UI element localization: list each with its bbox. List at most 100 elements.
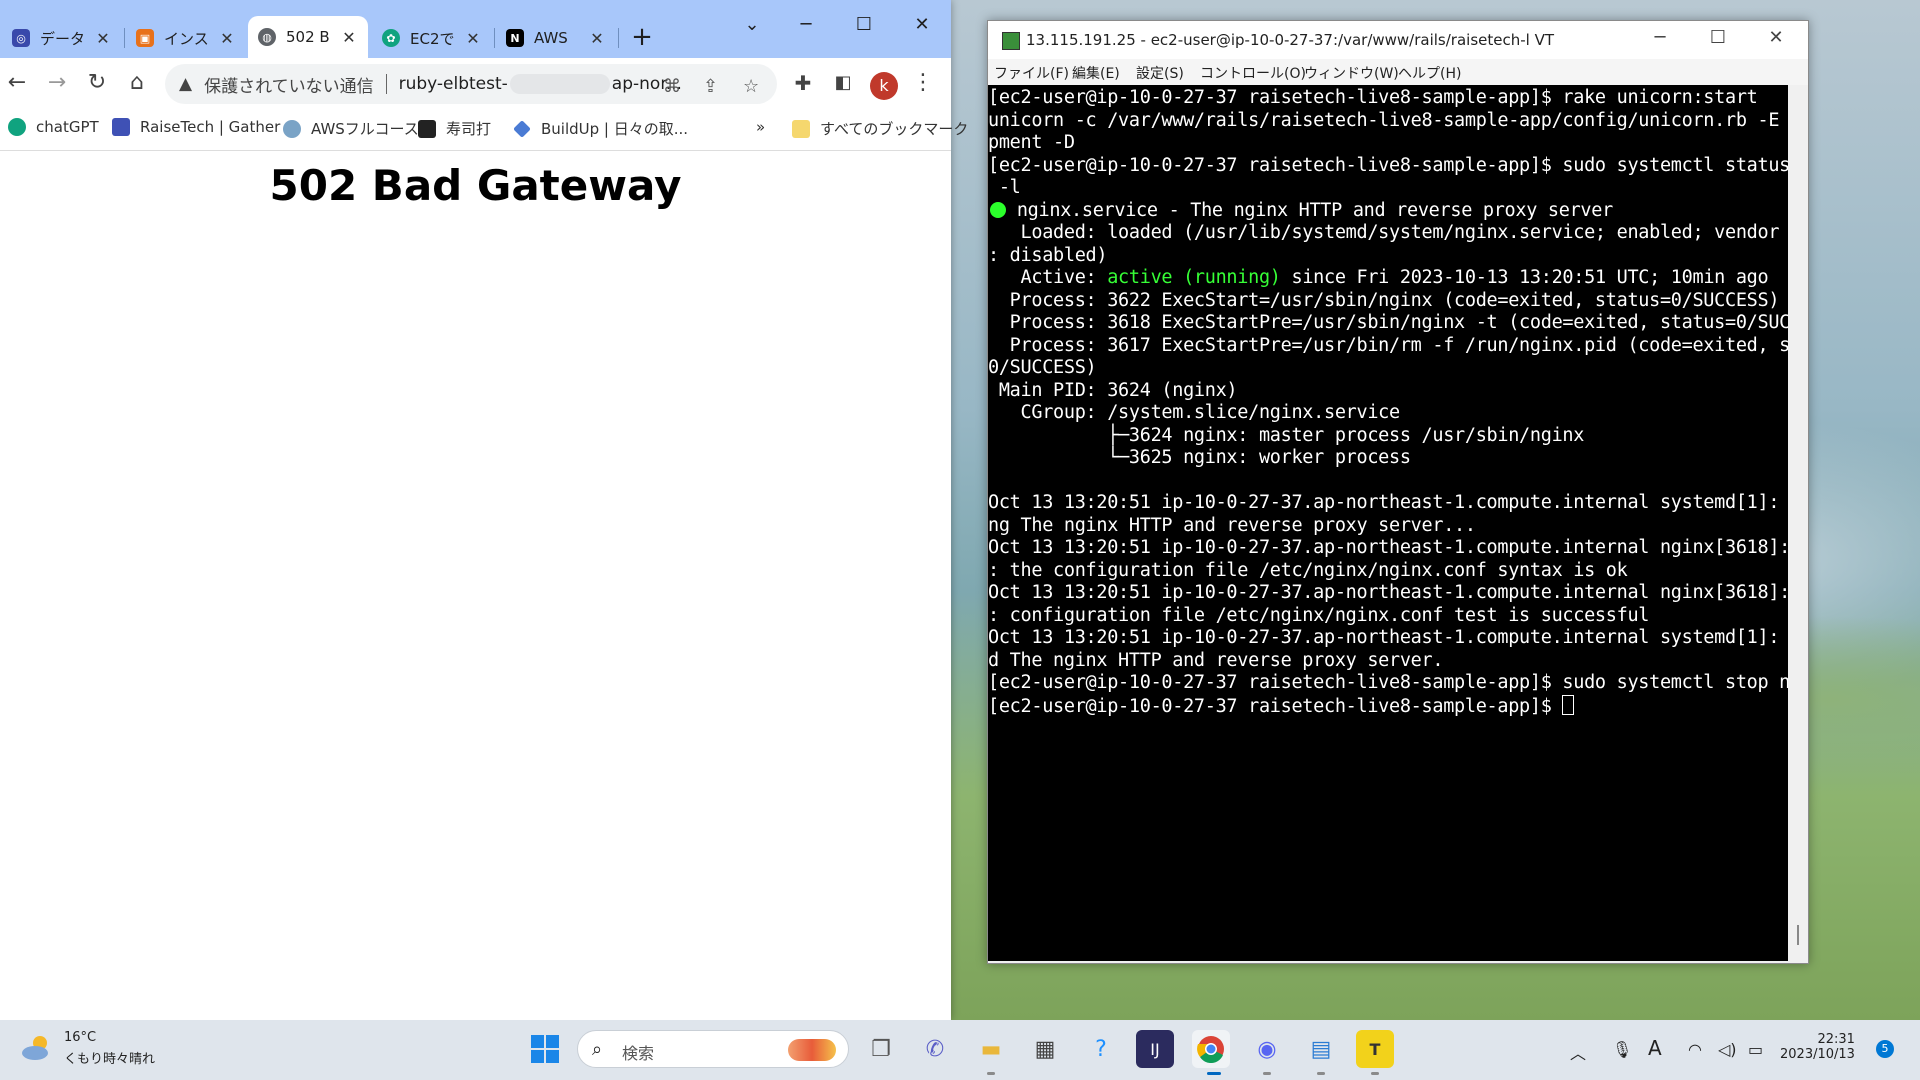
back-icon[interactable]: ← (2, 68, 32, 98)
home-icon[interactable]: ⌂ (122, 68, 152, 98)
microphone-icon[interactable]: 🎙 (1612, 1040, 1632, 1059)
bookmark-star-icon[interactable]: ☆ (743, 76, 759, 97)
ime-indicator[interactable]: A (1648, 1036, 1662, 1060)
terminal-line: : the configuration file /etc/nginx/ngin… (988, 559, 1628, 581)
minimize-button[interactable]: ─ (1640, 27, 1680, 48)
tips-icon[interactable]: ? (1082, 1030, 1120, 1068)
extensions-icon[interactable]: ✚ (788, 68, 818, 98)
forward-icon[interactable]: → (42, 68, 72, 98)
side-panel-icon[interactable]: ◧ (828, 68, 858, 98)
bookmark-raisetech[interactable]: RaiseTech | Gather (112, 118, 280, 136)
cloud-icon (283, 119, 301, 138)
menu-control[interactable]: コントロール(O) (1200, 63, 1306, 83)
close-window-button[interactable]: ✕ (902, 14, 942, 35)
tab-search-icon[interactable]: ⌄ (732, 14, 772, 35)
tab-title: インス (164, 29, 209, 48)
terminal-line: CGroup: /system.slice/nginx.service (988, 402, 1401, 423)
terminal-titlebar: 13.115.191.25 - ec2-user@ip-10-0-27-37:/… (988, 21, 1808, 59)
teraterm-icon[interactable]: T (1356, 1030, 1394, 1068)
page-content: 502 Bad Gateway (0, 151, 951, 1020)
menu-settings[interactable]: 設定(S) (1136, 63, 1184, 83)
clock[interactable]: 22:31 2023/10/13 (1780, 1032, 1855, 1062)
taskbar-search[interactable]: ⌕ 検索 (577, 1030, 849, 1068)
terminal-menubar: ファイル(F) 編集(E) 設定(S) コントロール(O) ウィンドウ(W) ヘ… (988, 59, 1808, 85)
terminal-line: [ec2-user@ip-10-0-27-37 raisetech-live8-… (988, 154, 1788, 176)
openai-icon (8, 118, 26, 136)
minimize-button[interactable]: ─ (786, 14, 826, 35)
file-explorer-icon[interactable]: ▬ (972, 1030, 1010, 1068)
notepad-icon[interactable]: ▤ (1302, 1030, 1340, 1068)
profile-avatar[interactable]: k (870, 72, 898, 100)
sushi-icon (418, 119, 436, 138)
close-icon[interactable]: ✕ (94, 29, 112, 48)
store-icon[interactable]: ▦ (1026, 1030, 1064, 1068)
terminal-line: Process: 3618 ExecStartPre=/usr/sbin/ngi… (988, 312, 1788, 333)
translate-icon[interactable]: ⌘ (663, 76, 681, 97)
tab-title: AWS (534, 29, 568, 47)
share-icon[interactable]: ⇪ (703, 76, 718, 97)
bookmark-aws-course[interactable]: AWSフルコース (283, 118, 419, 139)
tab-instance[interactable]: ▣ インス ✕ (126, 18, 246, 58)
tab-ec2[interactable]: ✿ EC2で ✕ (372, 18, 492, 58)
address-bar[interactable]: ▲ 保護されていない通信 ruby-elbtest- ap-nor... ⌘ ⇪… (165, 64, 777, 104)
terminal-line: ├─3624 nginx: master process /usr/sbin/n… (988, 424, 1585, 446)
warning-icon: ▲ (179, 74, 193, 94)
close-window-button[interactable]: ✕ (1756, 27, 1796, 48)
intellij-icon[interactable]: IJ (1136, 1030, 1174, 1068)
close-icon[interactable]: ✕ (464, 29, 482, 48)
battery-icon[interactable]: ▭ (1748, 1040, 1763, 1059)
weather-desc: くもり時々晴れ (64, 1052, 156, 1067)
menu-icon[interactable]: ⋮ (908, 68, 938, 98)
bookmark-chatgpt[interactable]: chatGPT (8, 118, 99, 136)
scrollbar-thumb[interactable] (1797, 925, 1799, 945)
active-indicator (1207, 1072, 1221, 1075)
running-indicator (987, 1072, 995, 1075)
close-icon[interactable]: ✕ (588, 29, 606, 48)
chat-icon[interactable]: ✆ (916, 1030, 954, 1068)
tab-divider (618, 28, 619, 48)
bookmarks-overflow-button[interactable]: » (756, 118, 765, 136)
bookmark-label: 寿司打 (446, 120, 492, 138)
maximize-button[interactable]: ☐ (844, 14, 884, 35)
openai-icon: ✿ (382, 29, 400, 47)
new-tab-button[interactable]: + (622, 22, 662, 52)
bookmark-sushida[interactable]: 寿司打 (418, 118, 491, 139)
terminal-line: pment -D (988, 132, 1075, 153)
maximize-button[interactable]: ☐ (1698, 27, 1738, 48)
tab-aws[interactable]: N AWS ✕ (496, 18, 616, 58)
tab-502-active[interactable]: ◍ 502 B ✕ (248, 16, 368, 58)
menu-file[interactable]: ファイル(F) (994, 63, 1069, 83)
terminal-line: ng The nginx HTTP and reverse proxy serv… (988, 514, 1476, 536)
cloud-sun-icon (22, 1036, 48, 1060)
terminal-line: Active: active (running) since Fri 2023-… (988, 267, 1769, 288)
menu-help[interactable]: ヘルプ(H) (1398, 63, 1461, 83)
terminal-line: [ec2-user@ip-10-0-27-37 raisetech-live8-… (988, 694, 1575, 717)
running-indicator (1263, 1072, 1271, 1075)
discord-icon[interactable]: ◉ (1248, 1030, 1286, 1068)
task-view-icon[interactable]: ❐ (862, 1030, 900, 1068)
volume-icon[interactable]: ◁) (1718, 1040, 1737, 1059)
terminal-line: [ec2-user@ip-10-0-27-37 raisetech-live8-… (988, 87, 1758, 108)
close-icon[interactable]: ✕ (340, 28, 358, 47)
folder-icon (792, 119, 810, 138)
tab-divider (494, 28, 495, 48)
terminal-scrollbar[interactable] (1788, 85, 1808, 961)
tab-data[interactable]: ◎ データ ✕ (2, 18, 122, 58)
chevron-up-icon[interactable]: ︿ (1570, 1040, 1586, 1064)
start-button[interactable] (526, 1030, 564, 1068)
close-icon[interactable]: ✕ (218, 29, 236, 48)
reload-icon[interactable]: ↻ (82, 68, 112, 98)
chrome-icon[interactable] (1192, 1030, 1230, 1068)
windows-icon (531, 1035, 559, 1063)
all-bookmarks-folder[interactable]: すべてのブックマーク (792, 118, 968, 139)
terminal-title: 13.115.191.25 - ec2-user@ip-10-0-27-37:/… (1026, 31, 1555, 49)
bookmark-buildup[interactable]: BuildUp | 日々の取... (513, 118, 688, 139)
terminal-screen[interactable]: [ec2-user@ip-10-0-27-37 raisetech-live8-… (988, 85, 1788, 961)
wifi-icon[interactable]: ◠ (1688, 1040, 1702, 1059)
terminal-line: : configuration file /etc/nginx/nginx.co… (988, 604, 1650, 626)
bookmark-label: RaiseTech | Gather (140, 118, 281, 136)
menu-edit[interactable]: 編集(E) (1072, 63, 1120, 83)
notification-badge[interactable]: 5 (1876, 1040, 1894, 1058)
terminal-line: Process: 3617 ExecStartPre=/usr/bin/rm -… (988, 334, 1788, 356)
menu-window[interactable]: ウィンドウ(W) (1304, 63, 1399, 83)
